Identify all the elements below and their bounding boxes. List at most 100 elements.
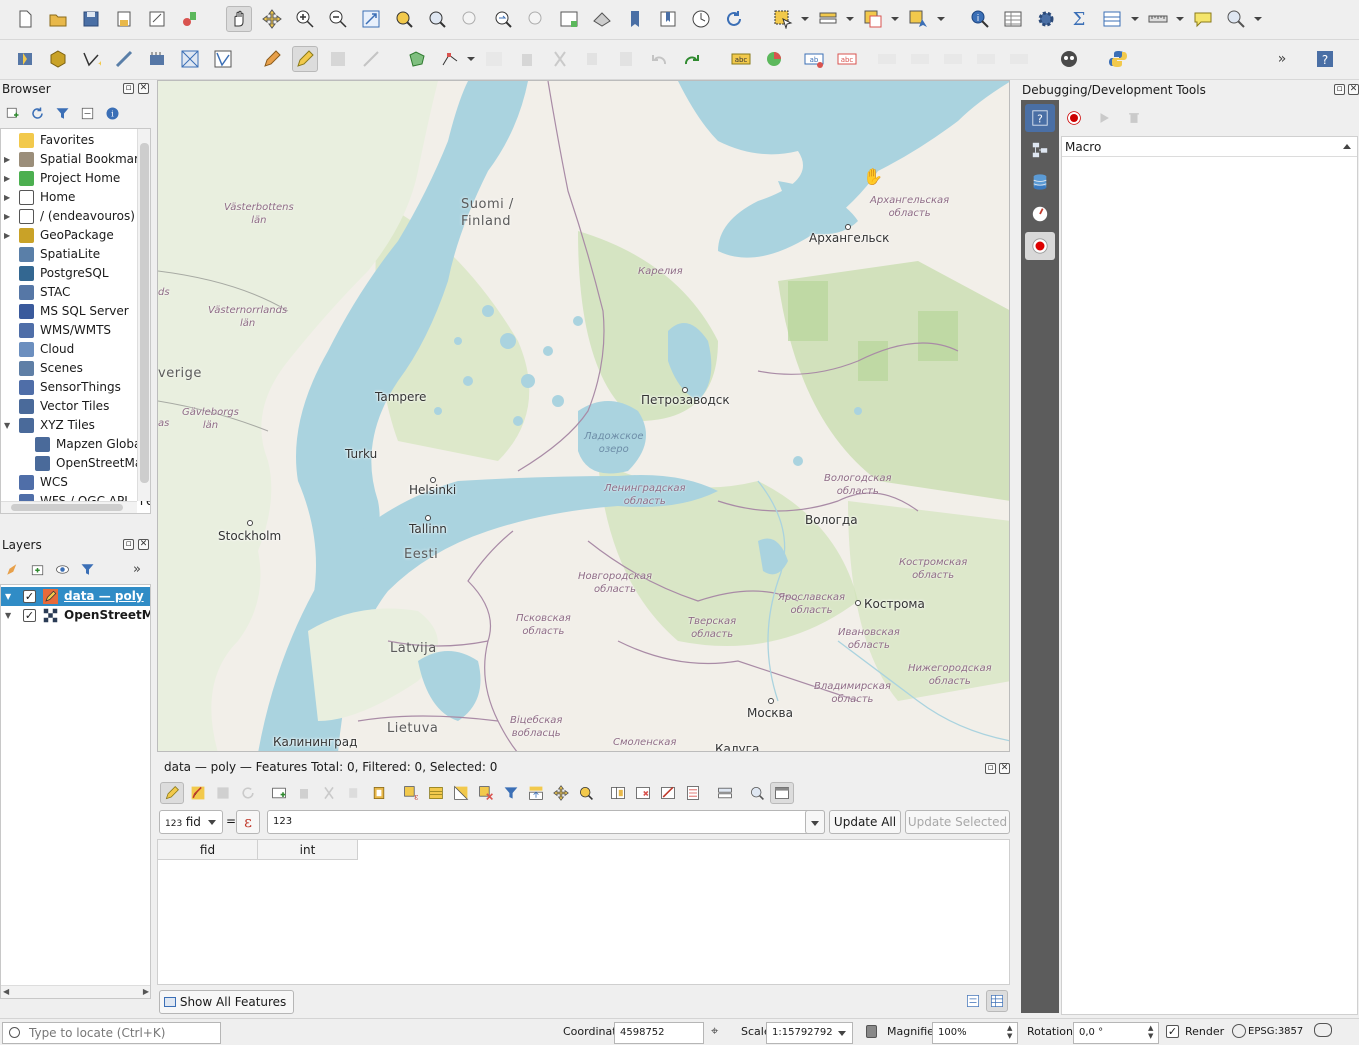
select-by-location-icon[interactable]: [905, 6, 931, 32]
scroll-right-icon[interactable]: ▶: [143, 987, 149, 996]
close-panel-icon[interactable]: ✕: [999, 763, 1010, 774]
new-virtual-layer-icon[interactable]: [177, 46, 203, 72]
expand-arrow-icon[interactable]: ▼: [5, 587, 11, 606]
temporal-controller-icon[interactable]: [688, 6, 714, 32]
select-all-icon[interactable]: [424, 782, 448, 804]
save-layer-edits-icon[interactable]: [325, 46, 351, 72]
scrollbar-thumb[interactable]: [11, 504, 123, 511]
zoom-to-layer-icon[interactable]: [424, 6, 450, 32]
expression-input[interactable]: 123: [267, 810, 825, 834]
record-macro-icon[interactable]: [1062, 106, 1086, 130]
move-selection-to-top-icon[interactable]: [524, 782, 548, 804]
chevron-down-icon[interactable]: [846, 17, 854, 21]
processing-toolbox-icon[interactable]: [1033, 6, 1059, 32]
close-panel-icon[interactable]: ✕: [138, 83, 149, 94]
add-selected-layers-icon[interactable]: [2, 102, 22, 124]
macro-list[interactable]: Macro: [1061, 136, 1358, 1015]
macro-recorder-tab-icon[interactable]: [1025, 232, 1055, 260]
add-vector-layer-icon[interactable]: [210, 46, 236, 72]
print-layout-icon[interactable]: [144, 6, 170, 32]
change-label-icon[interactable]: [973, 46, 999, 72]
chevron-down-icon[interactable]: [1176, 17, 1184, 21]
field-calculator-icon[interactable]: [681, 782, 705, 804]
multi-edit-icon[interactable]: [186, 782, 210, 804]
clear-macro-icon[interactable]: [1122, 106, 1146, 130]
crs-label[interactable]: EPSG:3857: [1248, 1026, 1303, 1037]
new-bookmark-icon[interactable]: [622, 6, 648, 32]
toggle-extents-icon[interactable]: ⌖: [711, 1024, 718, 1039]
expand-right-icon[interactable]: ▶: [4, 169, 10, 188]
pin-unpin-labels-icon[interactable]: abc: [834, 46, 860, 72]
zoom-next-icon[interactable]: [523, 6, 549, 32]
paste-features-icon[interactable]: [613, 46, 639, 72]
rotate-label-icon[interactable]: [940, 46, 966, 72]
map-tips-icon[interactable]: [1190, 6, 1216, 32]
chevron-down-icon[interactable]: [838, 1031, 846, 1036]
zoom-native-icon[interactable]: [457, 6, 483, 32]
save-as-icon[interactable]: [111, 6, 137, 32]
new-shapefile-layer-icon[interactable]: ✦: [78, 46, 104, 72]
data-source-manager-icon[interactable]: [12, 46, 38, 72]
layer-styling-icon[interactable]: [2, 558, 22, 580]
help-icon[interactable]: ?: [1312, 46, 1338, 72]
browser-item-mapzen-global-terrain[interactable]: Mapzen Global Terrain: [1, 435, 150, 454]
attribute-table-menu-icon[interactable]: [1099, 6, 1125, 32]
browser-item-wms-wmts[interactable]: WMS/WMTS: [1, 321, 141, 340]
deselect-all-icon[interactable]: [474, 782, 498, 804]
layer-row[interactable]: ▼ ✓ OpenStreetMap: [1, 606, 150, 625]
database-queries-tab-icon[interactable]: [1025, 168, 1055, 196]
chevron-down-icon[interactable]: [937, 17, 945, 21]
rotation-field[interactable]: 0,0 °: [1073, 1022, 1159, 1044]
actions-icon[interactable]: [745, 782, 769, 804]
browser-item-stac[interactable]: STAC: [1, 283, 141, 302]
field-combo[interactable]: 123 fid: [159, 810, 223, 834]
messages-icon[interactable]: [1314, 1023, 1332, 1037]
reload-table-icon[interactable]: [236, 782, 260, 804]
label-toolbar-icon[interactable]: abc: [728, 46, 754, 72]
toolbar-overflow-icon[interactable]: »: [127, 558, 147, 580]
browser-item-geopackage[interactable]: ▶ GeoPackage: [1, 226, 141, 245]
save-edits-icon[interactable]: [211, 782, 235, 804]
toggle-editing-icon[interactable]: [292, 46, 318, 72]
horizontal-scrollbar[interactable]: [1, 501, 137, 513]
browser-item-spatialite[interactable]: SpatiaLite: [1, 245, 141, 264]
column-header-int[interactable]: int: [258, 840, 358, 860]
expand-arrow-icon[interactable]: ▼: [5, 606, 11, 625]
browser-item-project-home[interactable]: ▶ Project Home: [1, 169, 141, 188]
expression-builder-button[interactable]: ε: [236, 810, 260, 834]
select-by-value-icon[interactable]: [815, 6, 841, 32]
query-logging-tab-icon[interactable]: ?: [1025, 104, 1055, 132]
browser-item-favorites[interactable]: Favorites: [1, 131, 141, 150]
render-checkbox[interactable]: ✓: [1166, 1025, 1179, 1038]
chevron-down-icon[interactable]: [1254, 17, 1262, 21]
map-canvas[interactable]: Suomi / Finland Eesti Latvija Lietuva ve…: [157, 80, 1010, 752]
macro-column-header[interactable]: Macro: [1062, 137, 1357, 157]
delete-field-icon[interactable]: [631, 782, 655, 804]
expand-right-icon[interactable]: ▶: [4, 207, 10, 226]
form-view-icon[interactable]: [962, 990, 984, 1012]
filter-browser-icon[interactable]: [52, 102, 72, 124]
browser-item-sensorthings[interactable]: SensorThings: [1, 378, 141, 397]
select-features-icon[interactable]: [770, 6, 796, 32]
toolbar-overflow-icon[interactable]: »: [1272, 46, 1292, 72]
open-project-icon[interactable]: [45, 6, 71, 32]
new-project-icon[interactable]: [12, 6, 38, 32]
identify-features-icon[interactable]: i: [967, 6, 993, 32]
browser-item-scenes[interactable]: Scenes: [1, 359, 141, 378]
cut-icon[interactable]: [317, 782, 341, 804]
layer-visibility-checkbox[interactable]: ✓: [23, 609, 36, 622]
vertical-scrollbar[interactable]: [137, 129, 150, 501]
new-field-icon[interactable]: [606, 782, 630, 804]
collapse-all-icon[interactable]: [77, 102, 97, 124]
close-panel-icon[interactable]: ✕: [1348, 84, 1359, 95]
network-logger-tab-icon[interactable]: [1025, 136, 1055, 164]
highlight-pinned-labels-icon[interactable]: ab: [801, 46, 827, 72]
zoom-to-selected-icon[interactable]: [574, 782, 598, 804]
add-group-icon[interactable]: [27, 558, 47, 580]
float-panel-icon[interactable]: ▫: [123, 539, 134, 550]
move-label-icon[interactable]: [907, 46, 933, 72]
browser-item-cloud[interactable]: Cloud: [1, 340, 141, 359]
copy-icon[interactable]: [342, 782, 366, 804]
select-by-expression-icon[interactable]: ε: [399, 782, 423, 804]
style-manager-icon[interactable]: [177, 6, 203, 32]
